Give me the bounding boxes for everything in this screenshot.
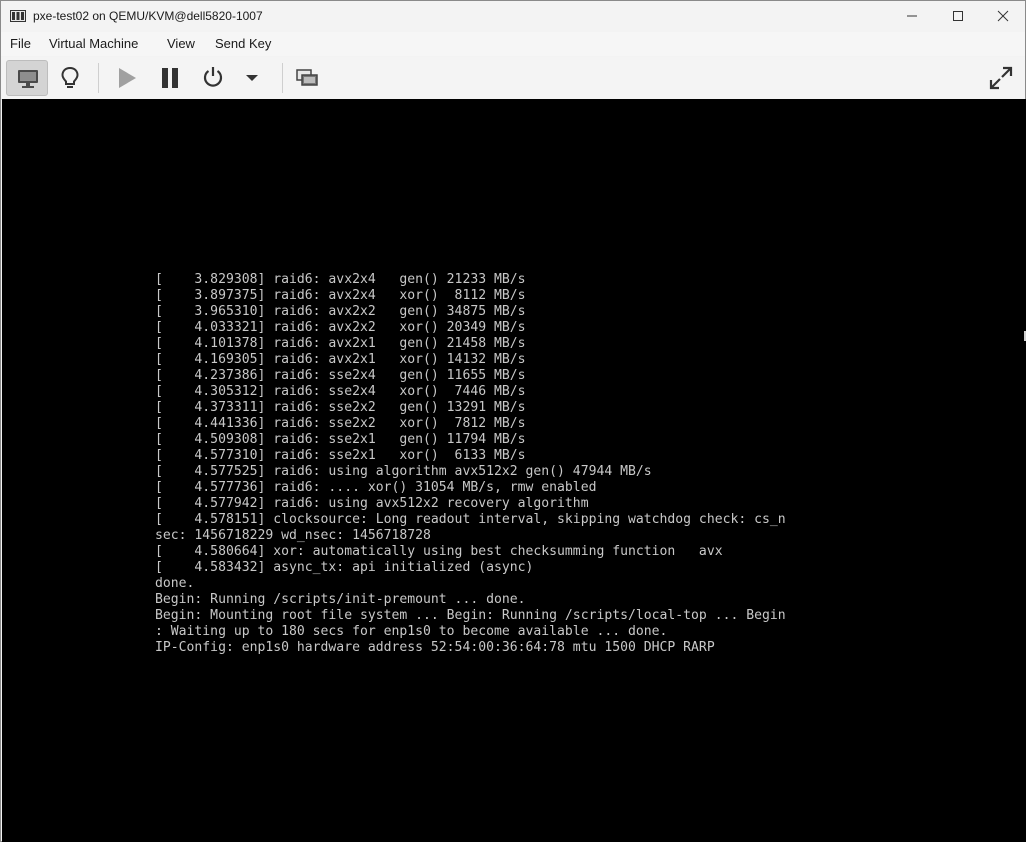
power-icon xyxy=(203,67,223,87)
console-line: [ 4.509308] raid6: sse2x1 gen() 11794 MB… xyxy=(155,432,526,447)
console-line: sec: 1456718229 wd_nsec: 1456718728 xyxy=(155,528,431,543)
shutdown-menu-button[interactable] xyxy=(237,60,267,96)
toolbar xyxy=(1,57,1025,100)
console-line: : Waiting up to 180 secs for enp1s0 to b… xyxy=(155,624,668,639)
maximize-button[interactable] xyxy=(935,1,981,31)
virt-manager-app-icon xyxy=(10,10,26,22)
console-line: Begin: Mounting root file system ... Beg… xyxy=(155,608,786,623)
console-line: Begin: Running /scripts/init-premount ..… xyxy=(155,592,526,607)
toolbar-separator xyxy=(98,63,99,93)
console-line: [ 4.373311] raid6: sse2x2 gen() 13291 MB… xyxy=(155,400,526,415)
shutdown-button[interactable] xyxy=(194,60,232,96)
menu-bar: File Virtual Machine View Send Key xyxy=(1,32,1025,56)
pause-button[interactable] xyxy=(151,60,189,96)
console-line: [ 3.965310] raid6: avx2x2 gen() 34875 MB… xyxy=(155,304,526,319)
toolbar-separator xyxy=(282,63,283,93)
console-view-button[interactable] xyxy=(6,60,48,96)
menu-virtual-machine[interactable]: Virtual Machine xyxy=(49,36,138,51)
vm-window: pxe-test02 on QEMU/KVM@dell5820-1007 Fil… xyxy=(0,0,1026,842)
console-line: [ 4.577942] raid6: using avx512x2 recove… xyxy=(155,496,589,511)
console-line: IP-Config: enp1s0 hardware address 52:54… xyxy=(155,640,715,655)
console-line: [ 4.580664] xor: automatically using bes… xyxy=(155,544,723,559)
minimize-button[interactable] xyxy=(889,1,935,31)
window-title: pxe-test02 on QEMU/KVM@dell5820-1007 xyxy=(33,9,263,23)
pause-icon xyxy=(162,68,178,88)
minimize-icon xyxy=(907,15,917,17)
console-line: [ 4.033321] raid6: avx2x2 xor() 20349 MB… xyxy=(155,320,526,335)
menu-file[interactable]: File xyxy=(10,36,31,51)
snapshot-icon xyxy=(296,69,318,86)
close-icon xyxy=(997,10,1009,22)
console-output: [ 3.829308] raid6: avx2x4 gen() 21233 MB… xyxy=(155,272,786,656)
lightbulb-icon xyxy=(61,66,79,88)
chevron-down-icon xyxy=(246,75,258,81)
console-line: [ 4.577736] raid6: .... xor() 31054 MB/s… xyxy=(155,480,597,495)
console-line: [ 4.578151] clocksource: Long readout in… xyxy=(155,512,786,527)
console-line: [ 4.577310] raid6: sse2x1 xor() 6133 MB/… xyxy=(155,448,526,463)
console-line: [ 3.897375] raid6: avx2x4 xor() 8112 MB/… xyxy=(155,288,526,303)
monitor-icon xyxy=(18,70,38,88)
close-button[interactable] xyxy=(980,1,1026,31)
snapshots-button[interactable] xyxy=(290,60,324,96)
console-line: [ 4.305312] raid6: sse2x4 xor() 7446 MB/… xyxy=(155,384,526,399)
console-line: [ 4.577525] raid6: using algorithm avx51… xyxy=(155,464,652,479)
console-line: done. xyxy=(155,576,195,591)
run-button[interactable] xyxy=(107,60,145,96)
vm-console-display[interactable]: [ 3.829308] raid6: avx2x4 gen() 21233 MB… xyxy=(2,99,1026,842)
menu-send-key[interactable]: Send Key xyxy=(215,36,271,51)
details-view-button[interactable] xyxy=(51,60,89,96)
console-line: [ 4.441336] raid6: sse2x2 xor() 7812 MB/… xyxy=(155,416,526,431)
play-icon xyxy=(119,68,136,88)
console-line: [ 4.583432] async_tx: api initialized (a… xyxy=(155,560,534,575)
fullscreen-icon xyxy=(989,66,1013,90)
maximize-icon xyxy=(953,11,963,21)
console-line: [ 4.237386] raid6: sse2x4 gen() 11655 MB… xyxy=(155,368,526,383)
menu-view[interactable]: View xyxy=(167,36,195,51)
fullscreen-button[interactable] xyxy=(981,60,1019,96)
console-line: [ 4.101378] raid6: avx2x1 gen() 21458 MB… xyxy=(155,336,526,351)
title-bar[interactable]: pxe-test02 on QEMU/KVM@dell5820-1007 xyxy=(1,1,1025,31)
console-line: [ 3.829308] raid6: avx2x4 gen() 21233 MB… xyxy=(155,272,526,287)
console-line: [ 4.169305] raid6: avx2x1 xor() 14132 MB… xyxy=(155,352,526,367)
